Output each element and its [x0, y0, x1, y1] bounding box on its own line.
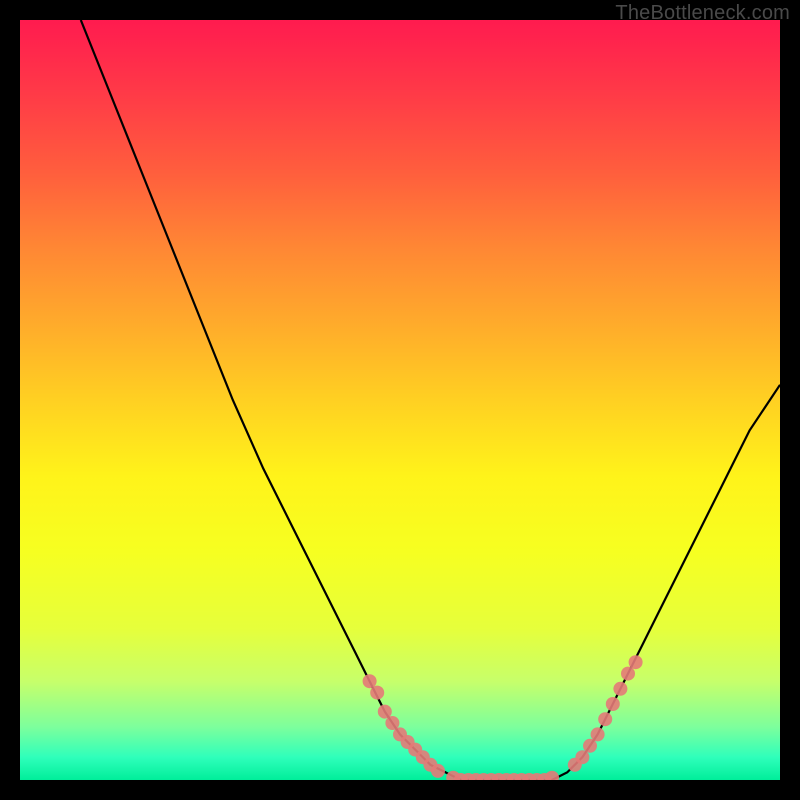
marker-dot: [575, 750, 589, 764]
chart-frame: TheBottleneck.com: [0, 0, 800, 800]
marker-dot: [598, 712, 612, 726]
bottleneck-curve: [81, 20, 780, 780]
marker-dot: [363, 674, 377, 688]
marker-dot: [621, 667, 635, 681]
marker-dot: [370, 686, 384, 700]
marker-dot: [378, 705, 392, 719]
marker-dot: [591, 727, 605, 741]
marker-dot: [545, 771, 559, 780]
marker-dot: [385, 716, 399, 730]
marker-dot: [629, 655, 643, 669]
marker-dot: [583, 739, 597, 753]
marker-dot: [613, 682, 627, 696]
chart-svg: [20, 20, 780, 780]
watermark-text: TheBottleneck.com: [615, 2, 790, 25]
marker-dots: [363, 655, 643, 780]
marker-dot: [431, 764, 445, 778]
curve-path: [81, 20, 780, 780]
marker-dot: [606, 697, 620, 711]
